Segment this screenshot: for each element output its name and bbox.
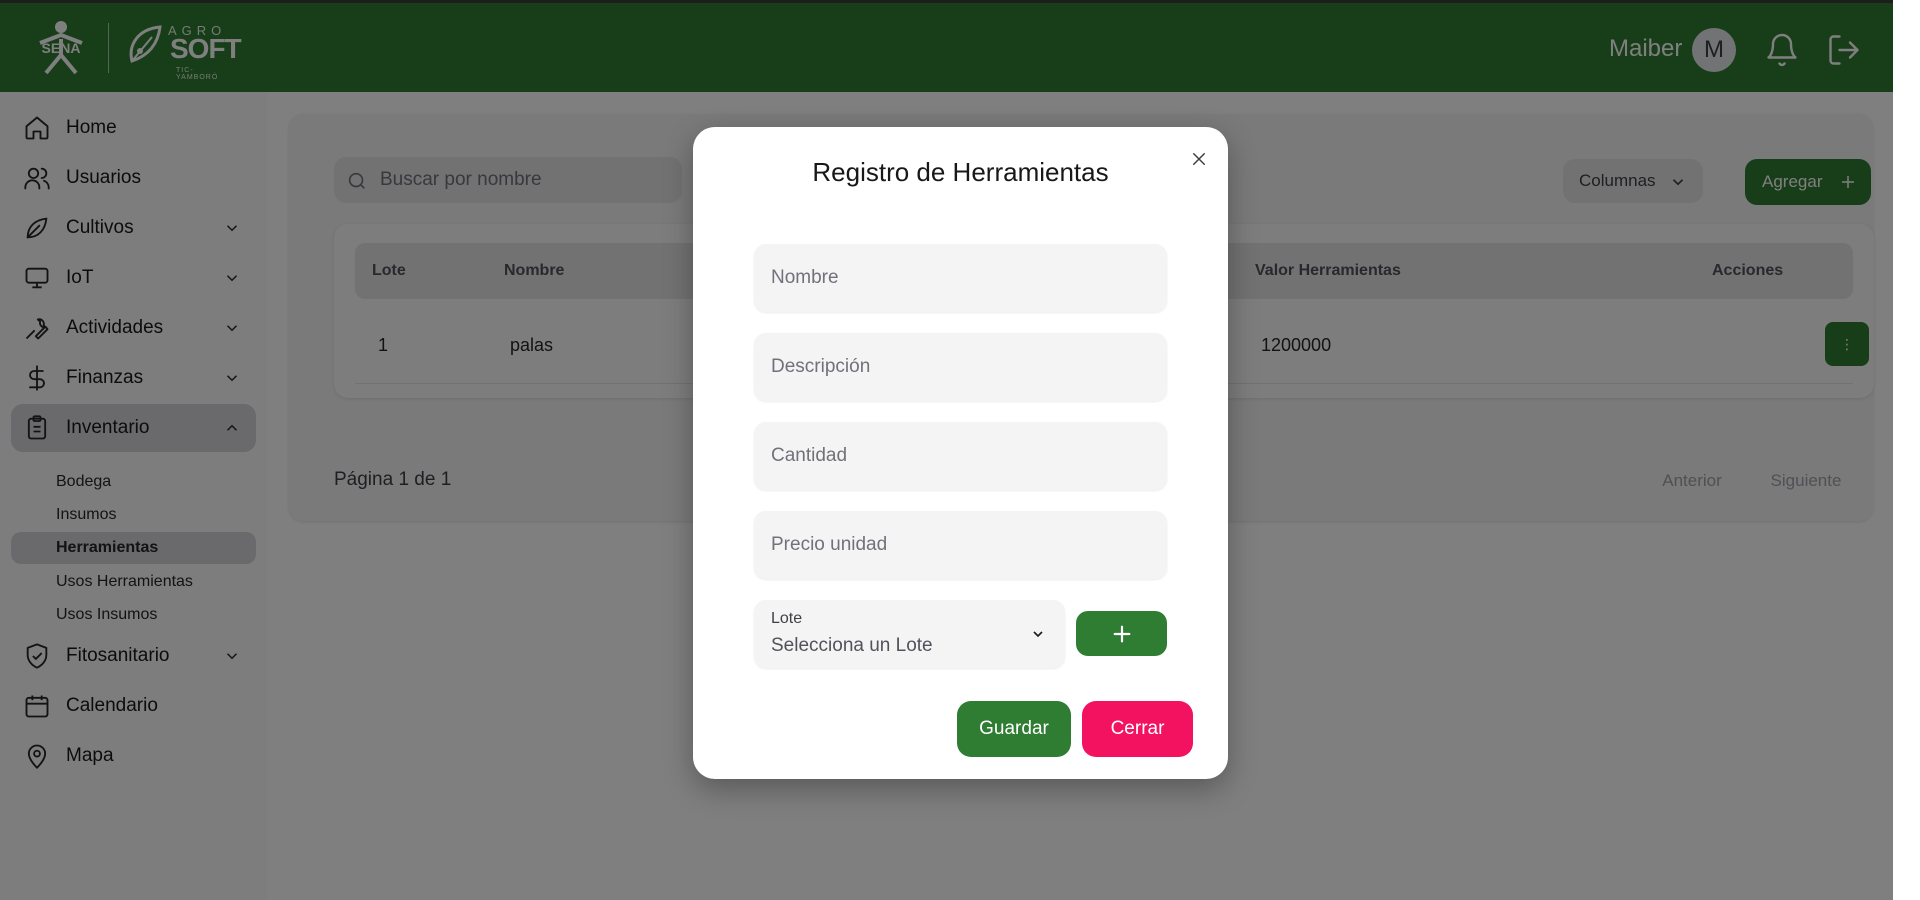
chevron-down-icon [1033, 631, 1043, 638]
plus-icon [1113, 625, 1130, 642]
cantidad-placeholder: Cantidad [771, 445, 848, 466]
lote-select-value: Selecciona un Lote [771, 635, 933, 656]
modal-title: Registro de Herramientas [812, 157, 1109, 187]
register-tool-modal: Registro de Herramientas Nombre Descripc… [693, 127, 1228, 779]
precio-unidad-field[interactable]: Precio unidad [754, 511, 1167, 579]
add-lote-button[interactable] [1076, 611, 1167, 656]
nombre-placeholder: Nombre [771, 267, 839, 288]
lote-select-label: Lote [771, 610, 803, 627]
close-button[interactable]: Cerrar [1082, 701, 1193, 757]
nombre-field[interactable]: Nombre [754, 244, 1167, 312]
descripcion-placeholder: Descripción [771, 356, 871, 377]
scrollbar-track [1893, 0, 1920, 900]
close-icon[interactable] [1185, 145, 1213, 173]
descripcion-field[interactable]: Descripción [754, 333, 1167, 401]
lote-select[interactable]: Lote Selecciona un Lote [754, 600, 1065, 668]
save-button[interactable]: Guardar [957, 701, 1071, 757]
cantidad-field[interactable]: Cantidad [754, 422, 1167, 490]
precio-unidad-placeholder: Precio unidad [771, 534, 888, 555]
